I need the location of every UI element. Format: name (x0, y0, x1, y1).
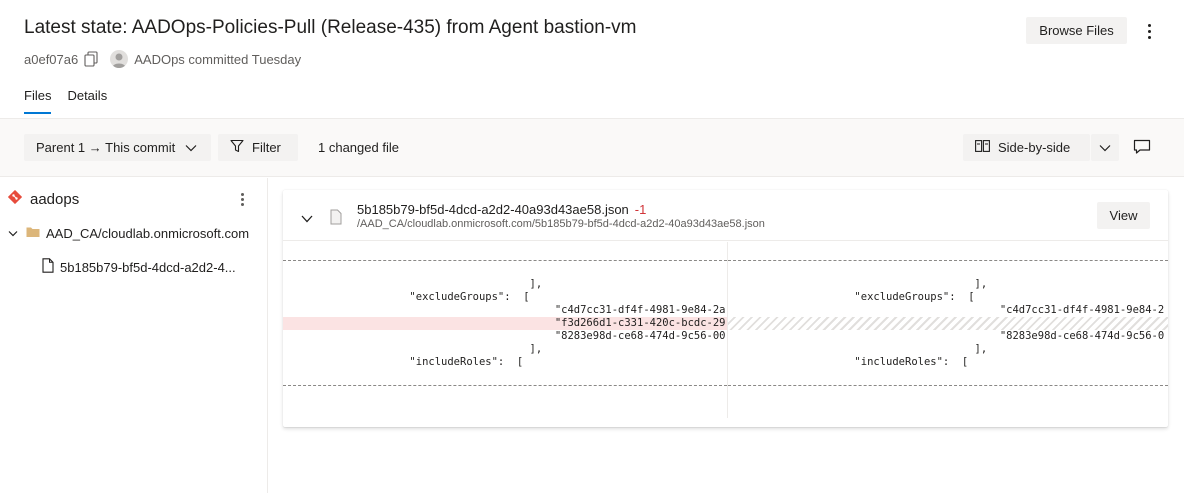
code-line: "excludeGroups": [ (283, 291, 530, 303)
code-line: ], (728, 343, 988, 355)
parent-commit-label: Parent 1 → This commit (36, 140, 176, 155)
more-options-icon[interactable] (1140, 20, 1158, 42)
code-line: "c4d7cc31-df4f-4981-9e84-2 (728, 304, 1165, 316)
diff-left-pane: ], "excludeGroups": [ "c4d7cc31-df4f-498… (283, 242, 727, 418)
committed-text: AADOps committed Tuesday (134, 51, 302, 67)
diff-right-pane: ], "excludeGroups": [ "c4d7cc31-df4f-498… (728, 242, 1168, 418)
commit-id: a0ef07a6 (24, 51, 79, 67)
diff-file-name: 5b185b79-bf5d-4dcd-a2d2-40a93d43ae58.jso… (357, 202, 646, 217)
side-by-side-icon (975, 140, 990, 155)
code-line: "8283e98d-ce68-474d-9c56-0 (728, 330, 1165, 342)
code-line: "includeRoles": [ (728, 356, 969, 368)
commit-meta: a0ef07a6 AADOps committed Tuesday (24, 50, 301, 68)
code-line: "f3d266d1-c331-420c-bcdc-29 (283, 317, 727, 330)
code-line (728, 317, 1168, 330)
parent-commit-dropdown[interactable]: Parent 1 → This commit (24, 134, 211, 161)
filter-label: Filter (252, 140, 281, 155)
code-line: "includeRoles": [ (283, 356, 524, 368)
git-repo-icon (7, 189, 23, 208)
tab-bar: Files Details (24, 88, 107, 114)
code-line: ], (283, 278, 543, 290)
view-mode-label: Side-by-side (998, 140, 1071, 155)
code-line: "c4d7cc31-df4f-4981-9e84-2a (283, 304, 726, 316)
more-options-icon[interactable] (234, 191, 250, 207)
hunk-separator (728, 260, 1168, 261)
repo-name[interactable]: aadops (30, 191, 79, 208)
copy-icon[interactable] (84, 51, 98, 67)
code-line: "excludeGroups": [ (728, 291, 975, 303)
code-line: ], (283, 343, 543, 355)
chevron-down-icon (1099, 140, 1111, 155)
side-by-side-button[interactable]: Side-by-side (963, 134, 1090, 161)
tab-files[interactable]: Files (24, 88, 52, 114)
code-line: ], (728, 278, 988, 290)
diff-body: ], "excludeGroups": [ "c4d7cc31-df4f-498… (283, 242, 1168, 418)
filter-button[interactable]: Filter (218, 134, 298, 161)
page-title: Latest state: AADOps-Policies-Pull (Rele… (24, 17, 637, 38)
tree-file-item[interactable]: 5b185b79-bf5d-4dcd-a2d2-4... (42, 258, 236, 276)
chevron-down-icon[interactable] (300, 211, 314, 223)
view-mode-dropdown[interactable] (1091, 134, 1119, 161)
file-label: 5b185b79-bf5d-4dcd-a2d2-4... (60, 259, 236, 275)
diff-file-path: /AAD_CA/cloudlab.onmicrosoft.com/5b185b7… (357, 218, 765, 230)
diff-file-name-text: 5b185b79-bf5d-4dcd-a2d2-40a93d43ae58.jso… (357, 202, 629, 217)
removed-count: -1 (634, 202, 647, 217)
browse-files-button[interactable]: Browse Files (1026, 17, 1127, 44)
changed-files-count: 1 changed file (318, 140, 399, 155)
hunk-separator (283, 385, 727, 386)
filter-icon (230, 139, 244, 156)
right-code: ], "excludeGroups": [ "c4d7cc31-df4f-498… (728, 278, 1168, 369)
comment-icon[interactable] (1133, 139, 1151, 155)
folder-label: AAD_CA/cloudlab.onmicrosoft.com (46, 226, 250, 241)
diff-card-header: 5b185b79-bf5d-4dcd-a2d2-40a93d43ae58.jso… (283, 190, 1168, 241)
chevron-down-icon[interactable] (8, 226, 18, 241)
file-icon (42, 258, 54, 276)
tree-folder-item[interactable]: AAD_CA/cloudlab.onmicrosoft.com (8, 226, 249, 241)
code-line: "8283e98d-ce68-474d-9c56-00 (283, 330, 726, 342)
chevron-down-icon (185, 140, 197, 155)
avatar (110, 50, 129, 68)
file-icon (329, 209, 343, 225)
repo-header: aadops (7, 189, 79, 208)
view-file-button[interactable]: View (1097, 202, 1150, 229)
folder-icon (26, 226, 40, 241)
file-tree-sidebar: aadops AAD_CA/cloudlab.onmicrosoft.com 5… (0, 178, 268, 493)
hunk-separator (283, 260, 727, 261)
diff-toolbar: Parent 1 → This commit Filter 1 changed … (0, 119, 1184, 177)
tab-details[interactable]: Details (67, 88, 107, 114)
left-code: ], "excludeGroups": [ "c4d7cc31-df4f-498… (283, 278, 727, 369)
diff-card: 5b185b79-bf5d-4dcd-a2d2-40a93d43ae58.jso… (283, 190, 1168, 427)
hunk-separator (728, 385, 1168, 386)
